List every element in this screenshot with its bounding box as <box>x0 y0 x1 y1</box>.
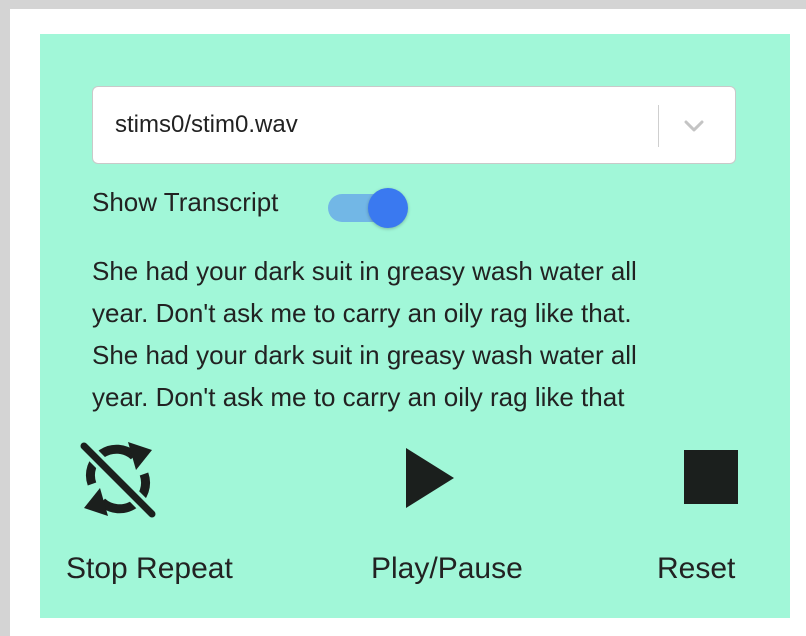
show-transcript-label: Show Transcript <box>92 187 279 217</box>
audio-file-select[interactable]: stims0/stim0.wav <box>92 86 736 164</box>
audio-player-panel: stims0/stim0.wav Show Transcript She had… <box>40 34 790 618</box>
frame-border-left <box>0 0 10 636</box>
reset-button[interactable]: Reset <box>657 550 735 588</box>
play-icon[interactable] <box>404 446 456 510</box>
transcript-line: year. Don't ask me to carry an oily rag … <box>92 298 632 328</box>
transcript-line: year. Don't ask me to carry an oily rag … <box>92 382 625 412</box>
play-pause-button[interactable]: Play/Pause <box>371 550 523 588</box>
stop-repeat-button[interactable]: Stop Repeat <box>66 550 233 588</box>
toggle-knob[interactable] <box>368 188 408 228</box>
repeat-off-icon[interactable] <box>78 440 158 518</box>
chevron-down-icon[interactable] <box>679 111 709 141</box>
audio-file-select-value: stims0/stim0.wav <box>115 111 298 138</box>
select-separator <box>658 105 659 147</box>
show-transcript-toggle[interactable] <box>328 186 412 230</box>
transcript-line: She had your dark suit in greasy wash wa… <box>92 340 637 370</box>
stop-icon[interactable] <box>684 450 738 504</box>
transcript-line: She had your dark suit in greasy wash wa… <box>92 256 637 286</box>
transcript-text: She had your dark suit in greasy wash wa… <box>92 250 732 418</box>
frame-border-top <box>0 0 806 9</box>
